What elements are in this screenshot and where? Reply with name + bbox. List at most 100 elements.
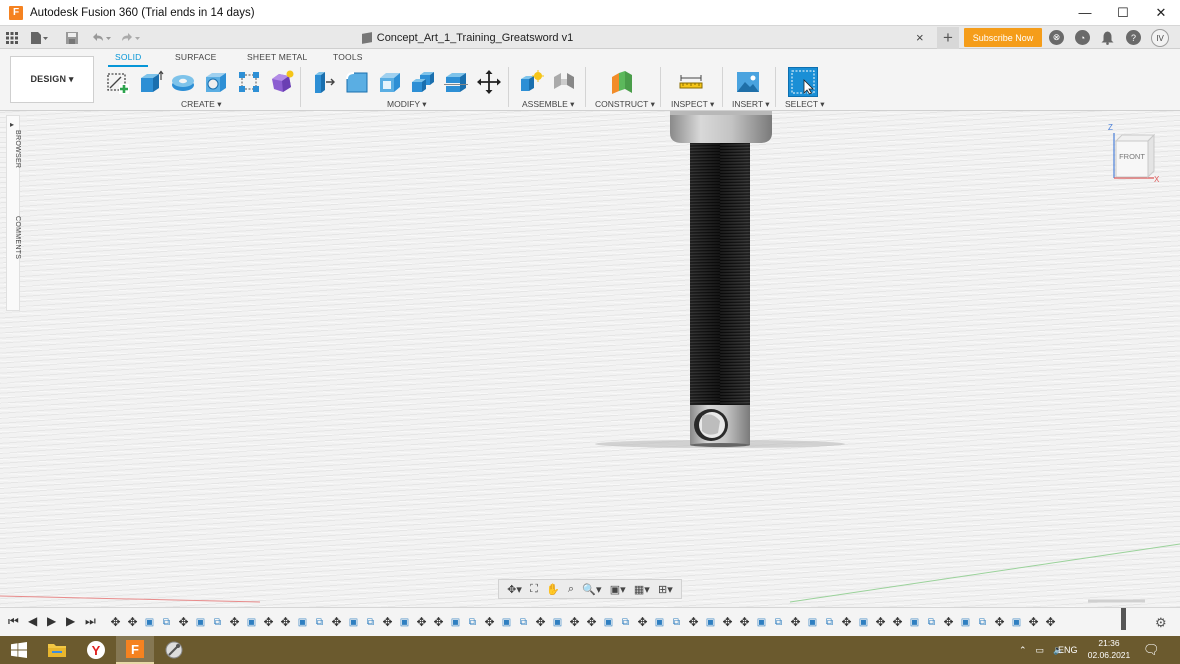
notifications-bell-icon[interactable]	[1100, 30, 1115, 45]
greatsword-handle-model[interactable]	[660, 111, 780, 451]
revolve-icon[interactable]	[170, 69, 196, 95]
timeline-body-feature-icon[interactable]: ▣	[805, 615, 820, 630]
minimize-button[interactable]: —	[1066, 0, 1104, 25]
timeline-move-feature-icon[interactable]: ✥	[176, 615, 191, 630]
timeline-next-icon[interactable]: ▶	[66, 614, 75, 628]
timeline-body-feature-icon[interactable]: ⧉	[465, 615, 480, 630]
timeline-body-feature-icon[interactable]: ⧉	[618, 615, 633, 630]
job-status-icon[interactable]: ◔	[1075, 30, 1090, 45]
construct-group-menu[interactable]: CONSTRUCT ▾	[595, 99, 655, 110]
timeline-move-feature-icon[interactable]: ✥	[941, 615, 956, 630]
subscribe-now-button[interactable]: Subscribe Now	[964, 28, 1042, 47]
timeline-move-feature-icon[interactable]: ✥	[737, 615, 752, 630]
view-cube[interactable]: Z X FRONT	[1106, 123, 1160, 184]
assemble-group-menu[interactable]: ASSEMBLE ▾	[522, 99, 574, 110]
timeline-body-feature-icon[interactable]: ▣	[448, 615, 463, 630]
insert-image-icon[interactable]	[735, 69, 761, 95]
timeline-move-feature-icon[interactable]: ✥	[873, 615, 888, 630]
tab-sheet-metal[interactable]: SHEET METAL	[247, 52, 307, 62]
timeline-body-feature-icon[interactable]: ⧉	[975, 615, 990, 630]
pattern-icon[interactable]	[236, 69, 262, 95]
action-center-icon[interactable]: 🗨	[1143, 636, 1160, 664]
timeline-move-feature-icon[interactable]: ✥	[125, 615, 140, 630]
create-form-icon[interactable]	[269, 69, 295, 95]
document-tab-title[interactable]: Concept_Art_1_Training_Greatsword v1	[361, 32, 573, 44]
hole-icon[interactable]	[203, 69, 229, 95]
timeline-body-feature-icon[interactable]: ▣	[1009, 615, 1024, 630]
timeline-body-feature-icon[interactable]: ⧉	[516, 615, 531, 630]
timeline-body-feature-icon[interactable]: ⧉	[312, 615, 327, 630]
timeline-move-feature-icon[interactable]: ✥	[108, 615, 123, 630]
combine-icon[interactable]	[410, 69, 436, 95]
timeline-body-feature-icon[interactable]: ▣	[856, 615, 871, 630]
tab-tools[interactable]: TOOLS	[333, 52, 363, 62]
timeline-move-feature-icon[interactable]: ✥	[890, 615, 905, 630]
close-button[interactable]: ✕	[1142, 0, 1180, 25]
timeline-move-feature-icon[interactable]: ✥	[431, 615, 446, 630]
timeline-settings-gear-icon[interactable]: ⚙	[1155, 615, 1167, 631]
timeline-body-feature-icon[interactable]: ▣	[601, 615, 616, 630]
new-component-icon[interactable]	[518, 69, 544, 95]
timeline-move-feature-icon[interactable]: ✥	[261, 615, 276, 630]
timeline-move-feature-icon[interactable]: ✥	[992, 615, 1007, 630]
timeline-body-feature-icon[interactable]: ⧉	[210, 615, 225, 630]
timeline-body-feature-icon[interactable]: ⧉	[822, 615, 837, 630]
insert-group-menu[interactable]: INSERT ▾	[732, 99, 770, 110]
yandex-browser-icon[interactable]: Y	[77, 636, 115, 664]
inspect-group-menu[interactable]: INSPECT ▾	[671, 99, 714, 110]
move-copy-icon[interactable]	[476, 69, 502, 95]
timeline-move-feature-icon[interactable]: ✥	[720, 615, 735, 630]
save-icon[interactable]	[66, 29, 78, 47]
new-tab-button[interactable]: +	[937, 27, 959, 49]
network-icon[interactable]: ▭	[1036, 645, 1045, 656]
timeline-move-feature-icon[interactable]: ✥	[1026, 615, 1041, 630]
timeline-body-feature-icon[interactable]: ⧉	[159, 615, 174, 630]
timeline-body-feature-icon[interactable]: ▣	[754, 615, 769, 630]
create-group-menu[interactable]: CREATE ▾	[181, 99, 221, 110]
joint-icon[interactable]	[551, 69, 577, 95]
viewcube-front-face[interactable]: FRONT	[1116, 152, 1148, 161]
extensions-icon[interactable]: ⊗	[1049, 30, 1064, 45]
split-body-icon[interactable]	[443, 69, 469, 95]
timeline-move-feature-icon[interactable]: ✥	[788, 615, 803, 630]
timeline-marker[interactable]	[1121, 608, 1126, 630]
select-group-menu[interactable]: SELECT ▾	[785, 99, 825, 110]
timeline-body-feature-icon[interactable]: ▣	[499, 615, 514, 630]
timeline-move-feature-icon[interactable]: ✥	[533, 615, 548, 630]
undo-icon[interactable]	[91, 29, 113, 47]
windows-start-icon[interactable]	[0, 636, 38, 664]
workspace-switcher[interactable]: DESIGN ▾	[10, 56, 94, 103]
extrude-icon[interactable]	[138, 69, 164, 95]
timeline-move-feature-icon[interactable]: ✥	[686, 615, 701, 630]
timeline-start-icon[interactable]: ⏮	[8, 614, 19, 629]
timeline-move-feature-icon[interactable]: ✥	[482, 615, 497, 630]
select-tool-icon[interactable]	[788, 67, 818, 97]
3d-viewport[interactable]: ▸ BROWSER COMMENTS Z X FRONT ✥▾ ⛶ ✋ ⌕ 🔍▾…	[0, 111, 1180, 607]
timeline-body-feature-icon[interactable]: ▣	[244, 615, 259, 630]
redo-icon[interactable]	[120, 29, 142, 47]
help-icon[interactable]: ?	[1126, 30, 1141, 45]
timeline-body-feature-icon[interactable]: ▣	[295, 615, 310, 630]
fit-window-icon[interactable]: 🔍▾	[582, 583, 601, 596]
color-picker-app-icon[interactable]	[155, 636, 193, 664]
app-grid-icon[interactable]	[6, 29, 18, 47]
timeline-move-feature-icon[interactable]: ✥	[1043, 615, 1058, 630]
timeline-body-feature-icon[interactable]: ▣	[652, 615, 667, 630]
timeline-move-feature-icon[interactable]: ✥	[839, 615, 854, 630]
timeline-move-feature-icon[interactable]: ✥	[380, 615, 395, 630]
timeline-move-feature-icon[interactable]: ✥	[227, 615, 242, 630]
timeline-body-feature-icon[interactable]: ▣	[193, 615, 208, 630]
timeline-move-feature-icon[interactable]: ✥	[635, 615, 650, 630]
orbit-icon[interactable]: ✥▾	[507, 583, 522, 596]
offset-plane-icon[interactable]	[609, 69, 635, 95]
tab-solid[interactable]: SOLID	[115, 52, 142, 62]
timeline-body-feature-icon[interactable]: ▣	[907, 615, 922, 630]
timeline-body-feature-icon[interactable]: ▣	[958, 615, 973, 630]
press-pull-icon[interactable]	[311, 69, 337, 95]
close-tab-button[interactable]: ×	[916, 30, 924, 45]
timeline-body-feature-icon[interactable]: ⧉	[771, 615, 786, 630]
timeline-body-feature-icon[interactable]: ▣	[346, 615, 361, 630]
modify-group-menu[interactable]: MODIFY ▾	[387, 99, 427, 110]
timeline-move-feature-icon[interactable]: ✥	[414, 615, 429, 630]
fillet-icon[interactable]	[344, 69, 370, 95]
